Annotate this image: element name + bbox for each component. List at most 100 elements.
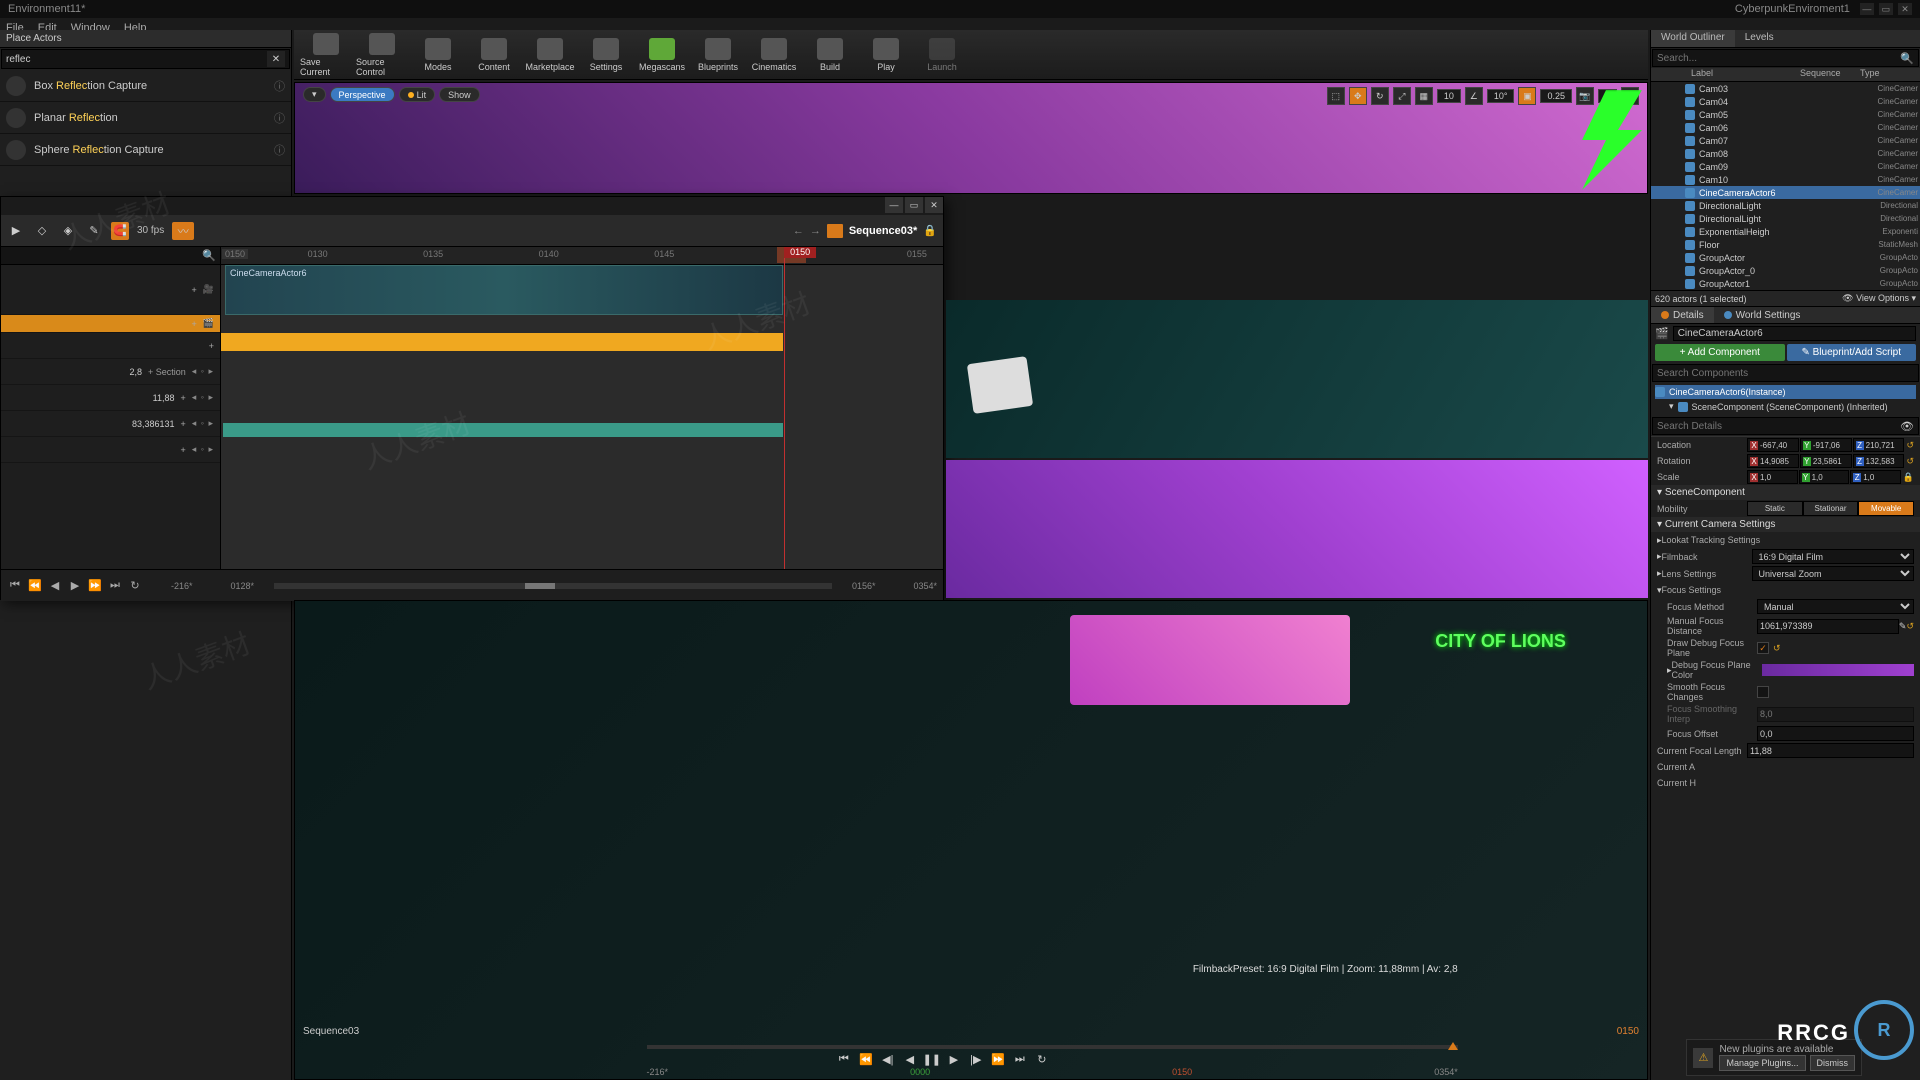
search-input[interactable] (6, 54, 267, 65)
rotation-y-input[interactable]: Y23,5861 (1800, 454, 1852, 468)
outliner-row[interactable]: Cam05CineCamer (1651, 108, 1920, 121)
manage-plugins-button[interactable]: Manage Plugins... (1719, 1055, 1805, 1071)
maximize-button[interactable]: ▭ (1879, 3, 1893, 15)
scale-snap-icon[interactable]: ▣ (1518, 87, 1536, 105)
camera-icon[interactable]: 🎥 (203, 284, 214, 295)
scene-component-header[interactable]: ▾ SceneComponent (1651, 485, 1920, 500)
search-details-input[interactable] (1657, 421, 1900, 432)
outliner-row[interactable]: ExponentialHeighExponenti (1651, 225, 1920, 238)
track-search[interactable]: 🔍 (1, 247, 220, 265)
focus-offset-input[interactable] (1757, 726, 1914, 741)
camera-track-row[interactable]: + 🎥 (1, 265, 220, 315)
range-scrubber[interactable] (274, 583, 832, 589)
cine-step-back-button[interactable]: ⏪ (858, 1051, 874, 1067)
cine-step-fwd-button[interactable]: ⏩ (990, 1051, 1006, 1067)
blueprint-button[interactable]: ✎ Blueprint/Add Script (1787, 344, 1917, 361)
toolbar-save-current-button[interactable]: Save Current (300, 32, 352, 78)
cine-play-button[interactable]: ▶ (946, 1051, 962, 1067)
outliner-row[interactable]: Cam06CineCamer (1651, 121, 1920, 134)
green-track-clip[interactable] (223, 423, 783, 437)
seq-minimize-button[interactable]: — (885, 197, 903, 213)
subtrack-row[interactable]: + (1, 333, 220, 359)
toolbar-marketplace-button[interactable]: Marketplace (524, 32, 576, 78)
to-end-button[interactable]: ⏭ (107, 578, 123, 594)
info-icon[interactable]: ⓘ (274, 142, 285, 158)
green-track-row[interactable]: + ◂ ◦ ▸ (1, 437, 220, 463)
search-components-input[interactable] (1657, 368, 1914, 379)
outliner-row[interactable]: Cam03CineCamer (1651, 82, 1920, 95)
outliner-search[interactable]: 🔍 (1652, 49, 1919, 67)
playhead[interactable] (784, 247, 785, 569)
angle-snap-icon[interactable]: ∠ (1465, 87, 1483, 105)
outliner-row[interactable]: DirectionalLightDirectional (1651, 199, 1920, 212)
timeline[interactable]: 0150 0130 0135 0140 0145 0155 CineCamera… (221, 247, 943, 569)
tab-world-settings[interactable]: World Settings (1714, 307, 1811, 323)
grid-snap-value[interactable]: 10 (1437, 89, 1461, 103)
cine-play-rev-button[interactable]: ◀ (902, 1051, 918, 1067)
reset-icon[interactable]: ↺ (1906, 456, 1914, 467)
transform-scale-icon[interactable]: ⤢ (1393, 87, 1411, 105)
toolbar-blueprints-button[interactable]: Blueprints (692, 32, 744, 78)
property-track-row[interactable]: 11,88+◂ ◦ ▸ (1, 385, 220, 411)
minimize-button[interactable]: — (1860, 3, 1874, 15)
outliner-row[interactable]: Cam07CineCamer (1651, 134, 1920, 147)
focus-settings-header[interactable]: ▾ Focus Settings (1651, 582, 1920, 598)
location-z-input[interactable]: Z210,721 (1853, 438, 1905, 452)
outliner-row[interactable]: GroupActorGroupActo (1651, 251, 1920, 264)
dismiss-button[interactable]: Dismiss (1810, 1055, 1856, 1071)
transform-move-icon[interactable]: ✥ (1349, 87, 1367, 105)
tab-levels[interactable]: Levels (1735, 30, 1784, 47)
outliner-row[interactable]: FloorStaticMesh (1651, 238, 1920, 251)
scene-component-row[interactable]: ▾SceneComponent (SceneComponent) (Inheri… (1655, 399, 1916, 414)
scale-snap-value[interactable]: 0.25 (1540, 89, 1572, 103)
folder-icon[interactable] (827, 224, 843, 238)
toolbar-play-button[interactable]: Play (860, 32, 912, 78)
place-actors-search[interactable]: ✕ (1, 49, 290, 69)
camera-preview-viewport[interactable] (946, 460, 1648, 598)
play-button[interactable]: ▶ (67, 578, 83, 594)
spawn-track-row[interactable]: + 🎬 (1, 315, 220, 333)
fps-dropdown[interactable]: 30 fps (137, 225, 164, 236)
seq-autokey-button[interactable]: ◈ (59, 222, 77, 240)
scale-z-input[interactable]: Z1,0 (1850, 470, 1901, 484)
camera-gizmo-icon[interactable] (967, 356, 1033, 414)
seq-snap-button[interactable]: 🧲 (111, 222, 129, 240)
seq-key-button[interactable]: ◇ (33, 222, 51, 240)
toolbar-source-control-button[interactable]: Source Control (356, 32, 408, 78)
range-out[interactable]: 0156* (852, 581, 876, 591)
viewport-mid-section[interactable] (946, 300, 1648, 458)
cine-next-key-button[interactable]: |▶ (968, 1051, 984, 1067)
curve-editor-button[interactable]: 〰 (172, 222, 194, 240)
outliner-search-input[interactable] (1657, 53, 1900, 64)
play-reverse-button[interactable]: ◀ (47, 578, 63, 594)
toolbar-content-button[interactable]: Content (468, 32, 520, 78)
lock-scale-icon[interactable]: 🔒 (1903, 472, 1914, 483)
perspective-dropdown[interactable]: Perspective (330, 87, 395, 102)
tab-details[interactable]: Details (1651, 307, 1714, 323)
rotation-z-input[interactable]: Z132,583 (1853, 454, 1905, 468)
toolbar-launch-button[interactable]: Launch (916, 32, 968, 78)
camera-clip[interactable]: CineCameraActor6 (225, 265, 783, 315)
camera-speed-icon[interactable]: 📷 (1576, 87, 1594, 105)
reset-icon[interactable]: ↺ (1773, 643, 1781, 654)
seq-nav-back-icon[interactable]: ← (793, 225, 804, 237)
camera-badge-icon[interactable]: 🎬 (203, 318, 214, 329)
focus-method-dropdown[interactable]: Manual (1757, 599, 1914, 614)
lock-icon[interactable]: 🔒 (923, 224, 937, 237)
seq-close-button[interactable]: ✕ (925, 197, 943, 213)
property-track-row[interactable]: 2,8+ Section◂ ◦ ▸ (1, 359, 220, 385)
toolbar-settings-button[interactable]: Settings (580, 32, 632, 78)
range-end[interactable]: 0354* (913, 581, 937, 591)
eyedropper-icon[interactable]: ✎ (1899, 621, 1907, 632)
seq-nav-fwd-icon[interactable]: → (810, 225, 821, 237)
cinematic-viewport[interactable]: CITY OF LIONS FilmbackPreset: 16:9 Digit… (294, 600, 1648, 1080)
outliner-row[interactable]: Cam10CineCamer (1651, 173, 1920, 186)
range-start[interactable]: -216* (171, 581, 193, 591)
rotation-x-input[interactable]: X14,9085 (1747, 454, 1799, 468)
mobility-movable-button[interactable]: Movable (1858, 501, 1914, 516)
transform-rotate-icon[interactable]: ↻ (1371, 87, 1389, 105)
place-actors-header[interactable]: Place Actors (0, 30, 291, 48)
seq-play-button[interactable]: ▶ (7, 222, 25, 240)
outliner-row[interactable]: Cam04CineCamer (1651, 95, 1920, 108)
viewport-options-dropdown[interactable]: ▾ (303, 87, 326, 102)
